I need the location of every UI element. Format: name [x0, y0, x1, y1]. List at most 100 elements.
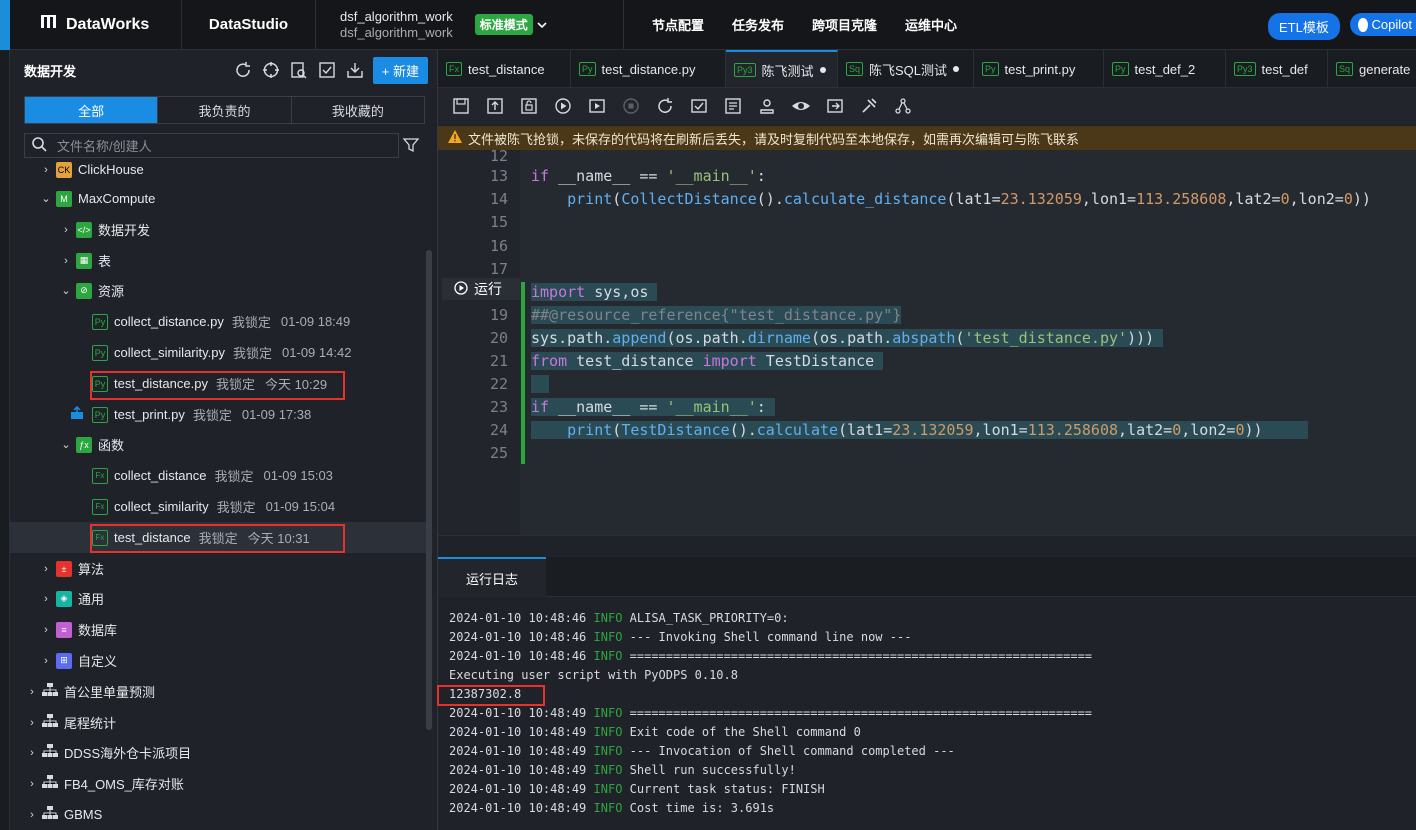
editor-tab-active[interactable]: Py3 陈飞测试	[726, 50, 838, 87]
run-inline-button[interactable]: 运行	[442, 278, 520, 300]
code-line: 21 from test_distance import TestDistance	[438, 349, 1416, 372]
code-line: 13 if __name__ == '__main__':	[438, 164, 1416, 187]
tab-label: test_def_2	[1134, 61, 1196, 77]
editor-tab[interactable]: Py3 test_def	[1226, 50, 1328, 87]
import-icon[interactable]	[345, 60, 365, 80]
tree-item[interactable]: › </> 数据开发	[10, 214, 428, 245]
tree-item[interactable]: Fx collect_distance 我锁定 01-09 15:03	[10, 460, 428, 491]
tree-item[interactable]: › ⊞ 自定义	[10, 645, 428, 676]
tab-mine[interactable]: 我负责的	[158, 97, 292, 123]
tree-item[interactable]: › ▦ 表	[10, 245, 428, 276]
editor-tab[interactable]: Sq generate	[1328, 50, 1416, 87]
general-icon: ◈	[56, 590, 72, 607]
database-icon: ≡	[56, 621, 72, 638]
brand[interactable]: DataWorks	[10, 0, 182, 50]
tree-item[interactable]: Fx collect_similarity 我锁定 01-09 15:04	[10, 491, 428, 522]
tab-favorites[interactable]: 我收藏的	[292, 97, 424, 123]
sidebar-gutter	[0, 50, 10, 830]
tab-all[interactable]: 全部	[25, 97, 159, 123]
stop-icon[interactable]	[620, 95, 642, 117]
log-tabs: 运行日志	[438, 557, 1416, 597]
filter-icon[interactable]	[402, 136, 420, 157]
mode-dropdown[interactable]: 标准模式	[474, 14, 547, 35]
algorithm-icon: ±	[56, 560, 72, 577]
copilot-label: Copilot	[1371, 17, 1412, 32]
chevron-right-icon: ›	[44, 654, 48, 667]
menu-node-config[interactable]: 节点配置	[652, 15, 704, 34]
log-line: 2024-01-10 10:48:49 INFO Current task st…	[449, 782, 825, 796]
steal-lock-icon[interactable]	[518, 95, 540, 117]
editor-tab[interactable]: Py test_distance.py	[571, 50, 726, 87]
menu-cross-project-clone[interactable]: 跨项目克隆	[812, 15, 877, 34]
user-icon[interactable]	[756, 95, 778, 117]
tree-item-label: test_print.py	[114, 407, 185, 422]
run-with-params-icon[interactable]	[586, 95, 608, 117]
editor-tab[interactable]: Sq 陈飞SQL测试	[838, 50, 974, 87]
tools-icon[interactable]	[858, 95, 880, 117]
check-list-icon[interactable]	[317, 60, 337, 80]
code-line: 23 if __name__ == '__main__':	[438, 395, 1416, 418]
code-editor[interactable]: 12 13 if __name__ == '__main__': 14 print…	[438, 150, 1416, 535]
lineage-icon[interactable]	[892, 95, 914, 117]
menu-ops-center[interactable]: 运维中心	[905, 15, 957, 34]
sidebar-scrollbar[interactable]	[426, 250, 432, 730]
tab-run-log[interactable]: 运行日志	[438, 557, 546, 597]
code-line: 17	[438, 257, 1416, 280]
tree-item[interactable]: › DDSS海外仓卡派项目	[10, 737, 428, 768]
editor-tab[interactable]: Py test_def_2	[1104, 50, 1226, 87]
log-line: Executing user script with PyODPS 0.10.8	[449, 668, 738, 682]
save-icon[interactable]	[450, 95, 472, 117]
datastudio-link[interactable]: DataStudio	[182, 0, 316, 50]
line-number: 12	[489, 150, 508, 165]
search-input[interactable]: 文件名称/创建人	[24, 133, 399, 158]
tree-item[interactable]: Py test_print.py 我锁定 01-09 17:38	[10, 399, 428, 430]
tree-item[interactable]: › ≡ 数据库	[10, 614, 428, 645]
workspace-selector[interactable]: dsf_algorithm_work dsf_algorithm_work 标准…	[316, 0, 624, 50]
run-icon[interactable]	[552, 95, 574, 117]
reload-icon[interactable]	[654, 95, 676, 117]
tree-item[interactable]: ⌄ M MaxCompute	[10, 183, 428, 214]
log-line-result: 12387302.8	[449, 687, 522, 701]
document-icon[interactable]	[722, 95, 744, 117]
chevron-right-icon: ›	[44, 592, 48, 605]
tree-item[interactable]: ⌄ ƒx 函数	[10, 429, 428, 460]
run-circle-icon	[454, 280, 468, 298]
python-file-icon: Py	[92, 406, 108, 423]
chevron-right-icon: ›	[44, 562, 48, 575]
new-button[interactable]: + 新建	[372, 56, 428, 84]
tree-item[interactable]: ⌄ ⊘ 资源	[10, 275, 428, 306]
locate-icon[interactable]	[261, 60, 281, 80]
file-type-badge: Sq	[1336, 62, 1354, 76]
menu-task-publish[interactable]: 任务发布	[732, 15, 784, 34]
refresh-icon[interactable]	[233, 60, 253, 80]
clickhouse-icon: CK	[56, 161, 72, 178]
search-file-icon[interactable]	[289, 60, 309, 80]
editor-tabs: Fx test_distance Py test_distance.py Py3 陈飞…	[438, 50, 1416, 88]
log-line: 2024-01-10 10:48:46 INFO ALISA_TASK_PRIO…	[449, 611, 789, 625]
tree-item[interactable]: › FB4_OMS_库存对账	[10, 768, 428, 799]
format-check-icon[interactable]	[688, 95, 710, 117]
etl-template-button[interactable]: ETL模板	[1268, 13, 1340, 40]
tree-item[interactable]: › 尾程统计	[10, 707, 428, 738]
tree-item-label: 资源	[98, 284, 125, 299]
copilot-button[interactable]: Copilot	[1350, 13, 1416, 36]
editor-tab[interactable]: Py test_print.py	[974, 50, 1104, 87]
tree-item[interactable]: › ◈ 通用	[10, 583, 428, 614]
tree-item[interactable]: › CK ClickHouse	[10, 158, 428, 185]
preview-eye-icon[interactable]	[790, 95, 812, 117]
timestamp: 01-09 15:03	[263, 468, 333, 483]
code-line: 20 sys.path.append(os.path.dirname(os.pat…	[438, 326, 1416, 349]
panel-splitter[interactable]	[438, 535, 1416, 557]
export-icon[interactable]	[824, 95, 846, 117]
tree-item[interactable]: › GBMS	[10, 799, 428, 830]
tree-item[interactable]: › ± 算法	[10, 553, 428, 584]
tree-item[interactable]: Py collect_similarity.py 我锁定 01-09 14:42	[10, 337, 428, 368]
chevron-right-icon: ›	[44, 623, 48, 636]
tree-item[interactable]: Py collect_distance.py 我锁定 01-09 18:49	[10, 306, 428, 337]
tree-item[interactable]: › 首公里单量预测	[10, 676, 428, 707]
python-file-icon: Py	[92, 313, 108, 330]
submit-icon[interactable]	[484, 95, 506, 117]
code-icon: </>	[76, 221, 92, 238]
table-icon: ▦	[76, 252, 92, 269]
editor-tab[interactable]: Fx test_distance	[438, 50, 571, 87]
